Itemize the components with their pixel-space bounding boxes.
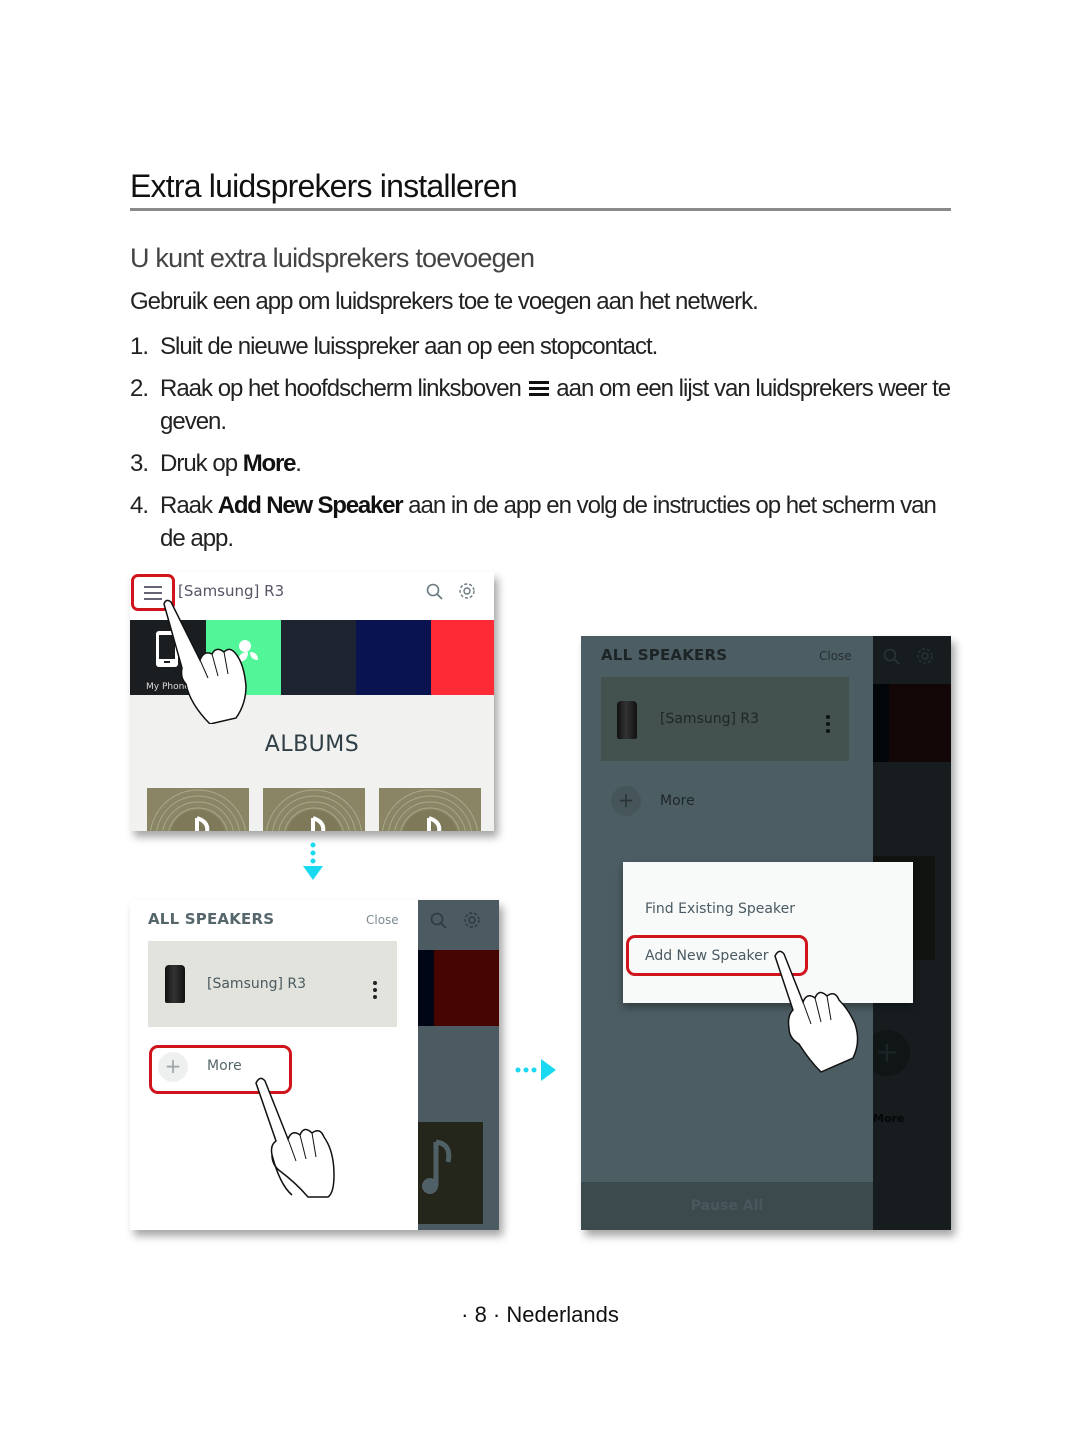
speaker-name: [Samsung] R3 <box>660 711 760 727</box>
find-existing-speaker-option[interactable]: Find Existing Speaker <box>645 901 795 917</box>
album-art-icon <box>266 789 362 831</box>
close-button[interactable]: Close <box>366 913 399 927</box>
step-4: 4. Raak Add New Speaker aan in de app en… <box>130 489 960 555</box>
plus-icon[interactable]: + <box>611 786 641 816</box>
step-text: Raak <box>160 492 213 519</box>
app-screenshot-more-popup: + More ALL SPEAKERS Close [Samsung] R3 +… <box>581 636 951 1230</box>
steps-list: 1. Sluit de nieuwe luisspreker aan op ee… <box>130 330 960 564</box>
album-art-icon <box>150 789 246 831</box>
speaker-image <box>165 965 185 1003</box>
more-button[interactable]: More <box>660 793 695 809</box>
drawer-title: ALL SPEAKERS <box>148 910 275 928</box>
step-bold-term: More <box>242 450 297 477</box>
step-1: 1. Sluit de nieuwe luisspreker aan op ee… <box>130 330 960 363</box>
step-text: Druk op <box>160 450 238 477</box>
pointing-hand-icon <box>774 950 859 1073</box>
menu-icon <box>528 380 549 398</box>
background-tile <box>889 684 951 762</box>
step-number: 2. <box>130 375 149 402</box>
page-footer: · 8 · Nederlands <box>461 1302 619 1327</box>
gear-icon <box>917 648 933 664</box>
close-button[interactable]: Close <box>819 649 852 663</box>
more-popup-menu: Find Existing Speaker Add New Speaker <box>623 862 913 1003</box>
app-screenshot-home: [Samsung] R3 My Phone ALBUMS <box>130 572 494 831</box>
step-text: . <box>295 450 302 477</box>
step-text: Raak op het hoofdscherm linksboven <box>160 375 522 402</box>
step-text: Sluit de nieuwe luisspreker aan op een s… <box>160 333 658 360</box>
speaker-name: [Samsung] R3 <box>207 976 307 992</box>
section-subtitle: U kunt extra luidsprekers toevoegen <box>130 243 535 273</box>
pause-all-button[interactable]: Pause All <box>581 1182 873 1230</box>
background-album-tile <box>418 1122 483 1224</box>
arrow-down-icon <box>303 842 323 880</box>
speaker-image <box>617 701 637 739</box>
kebab-menu-icon[interactable] <box>825 715 831 733</box>
albums-heading: ALBUMS <box>264 732 360 757</box>
intro-text: Gebruik een app om luidsprekers toe te v… <box>130 288 759 315</box>
pointing-hand-icon <box>163 599 247 724</box>
gear-icon[interactable] <box>458 582 476 600</box>
app-screenshot-all-speakers: ALL SPEAKERS Close [Samsung] R3 + More <box>130 900 499 1230</box>
background-tile <box>418 950 434 1026</box>
album-tile[interactable] <box>379 788 481 831</box>
background-tile <box>434 950 499 1026</box>
album-art-icon <box>382 789 478 831</box>
search-icon <box>883 648 900 665</box>
step-3: 3. Druk op More. <box>130 447 960 480</box>
arrow-right-icon <box>515 1059 556 1081</box>
tile-3[interactable] <box>281 620 356 695</box>
tile-5[interactable] <box>431 620 494 695</box>
page-title: Extra luidsprekers installeren <box>130 168 518 204</box>
tile-4[interactable] <box>356 620 431 695</box>
step-number: 3. <box>130 450 149 477</box>
gear-icon <box>464 912 480 928</box>
speaker-card[interactable]: [Samsung] R3 <box>148 941 397 1027</box>
background-tile <box>873 684 889 762</box>
search-icon[interactable] <box>426 583 443 600</box>
step-number: 1. <box>130 333 149 360</box>
album-tile[interactable] <box>147 788 249 831</box>
background-more-label: More <box>873 1112 905 1125</box>
search-icon <box>430 912 447 929</box>
music-note-icon <box>422 1139 452 1194</box>
kebab-menu-icon[interactable] <box>372 981 378 999</box>
step-2: 2. Raak op het hoofdscherm linksboven aa… <box>130 372 960 438</box>
title-divider <box>130 208 951 211</box>
drawer-title: ALL SPEAKERS <box>601 646 728 664</box>
speaker-card[interactable]: [Samsung] R3 <box>601 677 849 761</box>
album-tile[interactable] <box>263 788 365 831</box>
step-number: 4. <box>130 492 149 519</box>
step-bold-term: Add New Speaker <box>217 492 404 519</box>
pointing-hand-icon <box>255 1077 335 1198</box>
